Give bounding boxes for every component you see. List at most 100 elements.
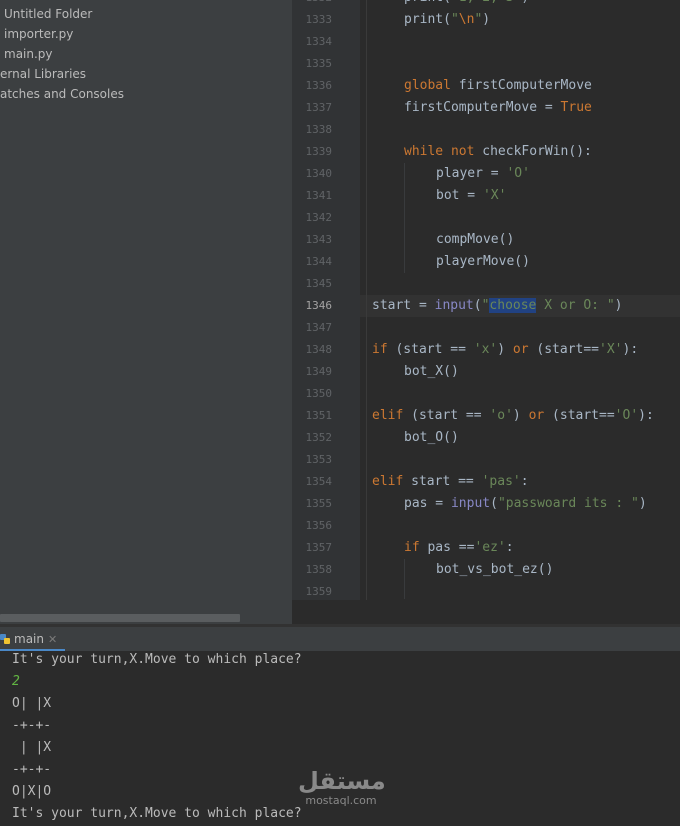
- code-line[interactable]: elif start == 'pas':: [372, 471, 529, 493]
- code-token: X or O: ": [536, 298, 615, 313]
- line-number: 1354: [305, 475, 333, 488]
- code-token: :: [505, 540, 514, 555]
- code-token: player =: [436, 166, 507, 181]
- code-token: ): [638, 496, 647, 511]
- line-number: 1341: [305, 189, 333, 202]
- code-token: :: [520, 474, 529, 489]
- line-number: 1340: [305, 167, 333, 180]
- code-token: 'o': [489, 408, 513, 423]
- code-token: bot_X(): [404, 364, 459, 379]
- code-line[interactable]: bot_O(): [404, 427, 459, 449]
- code-line[interactable]: print("\n"): [404, 9, 490, 31]
- code-token: 'pas': [481, 474, 521, 489]
- run-tool-window-tabs: main ✕: [0, 627, 680, 652]
- code-token: \n: [458, 12, 475, 27]
- line-number: 1345: [305, 277, 333, 290]
- console-output-line: | |X: [12, 740, 52, 755]
- console-output-line: It's your turn,X.Move to which place?: [12, 652, 302, 667]
- line-number: 1353: [305, 453, 333, 466]
- console-user-input: 2: [12, 674, 20, 689]
- line-number: 1336: [305, 79, 333, 92]
- project-tree-item[interactable]: importer.py: [0, 24, 73, 44]
- code-editor[interactable]: print("1, 2, 3")print("\n") global firstC…: [360, 0, 680, 602]
- code-token: 'O': [506, 166, 530, 181]
- code-token: ): [482, 12, 491, 27]
- line-number: 1338: [305, 123, 333, 136]
- code-line[interactable]: playerMove(): [436, 251, 530, 273]
- code-line[interactable]: bot_vs_bot_ez(): [436, 559, 553, 581]
- code-token: global: [404, 78, 459, 93]
- indent-guide: [404, 163, 405, 273]
- code-line[interactable]: elif (start == 'o') or (start=='O'):: [372, 405, 654, 427]
- code-line[interactable]: print("1, 2, 3"): [404, 0, 529, 9]
- code-token: 'X': [482, 188, 507, 203]
- code-line[interactable]: if pas =='ez':: [404, 537, 514, 559]
- line-number: 1344: [305, 255, 333, 268]
- code-token: ):: [622, 342, 639, 357]
- project-tree-item-label: main.py: [4, 47, 53, 61]
- indent-guide: [366, 0, 367, 602]
- watermark-logo: مستقل: [298, 767, 386, 795]
- line-number: 1357: [305, 541, 333, 554]
- run-tab-main[interactable]: main ✕: [0, 627, 66, 651]
- line-number: 1343: [305, 233, 333, 246]
- line-number: 1355: [305, 497, 333, 510]
- project-tree-item[interactable]: ernal Libraries: [0, 64, 86, 84]
- code-token: print(: [404, 0, 451, 5]
- watermark: مستقل mostaql.com: [298, 766, 386, 810]
- project-tree-item-label: atches and Consoles: [0, 87, 124, 101]
- line-number: 1339: [305, 145, 333, 158]
- code-token: (start==: [552, 408, 615, 423]
- editor-bottom-area: [292, 600, 680, 624]
- project-tree-item[interactable]: atches and Consoles: [0, 84, 124, 104]
- code-token: playerMove(): [436, 254, 530, 269]
- code-token: (start==: [536, 342, 600, 357]
- code-token: 'X': [599, 342, 623, 357]
- line-number: 1350: [305, 387, 333, 400]
- code-token: checkForWin():: [482, 144, 592, 159]
- code-token: bot_vs_bot_ez(): [436, 562, 554, 577]
- project-tree-panel: Untitled Folder importer.py main.py ernal L…: [0, 0, 292, 624]
- code-line[interactable]: pas = input("passwoard its : "): [404, 493, 647, 515]
- code-line[interactable]: bot = 'X': [436, 185, 506, 207]
- code-token: (: [490, 496, 498, 511]
- close-icon[interactable]: ✕: [48, 633, 57, 646]
- line-number: 1347: [305, 321, 333, 334]
- console-output-line: O| |X: [12, 696, 52, 711]
- watermark-text: mostaql.com: [305, 794, 377, 807]
- project-tree-item-label: ernal Libraries: [0, 67, 87, 81]
- project-tree-scrollbar[interactable]: [0, 614, 240, 622]
- line-number: 1332: [292, 0, 333, 9]
- code-token: if: [372, 342, 396, 357]
- code-token: 'x': [473, 342, 498, 357]
- code-line[interactable]: player = 'O': [436, 163, 530, 185]
- code-token: ): [521, 0, 529, 5]
- code-line[interactable]: while not checkForWin():: [404, 141, 592, 163]
- project-tree-item[interactable]: main.py: [0, 44, 53, 64]
- console-output-line: O|X|O: [12, 784, 52, 799]
- line-number: 1346: [305, 299, 333, 312]
- code-line[interactable]: start = input("choose X or O: "): [372, 295, 623, 317]
- code-token: (start ==: [395, 342, 474, 357]
- code-token: (: [473, 298, 482, 313]
- code-line[interactable]: if (start == 'x') or (start=='X'):: [372, 339, 638, 361]
- line-number: 1342: [305, 211, 333, 224]
- code-line[interactable]: global firstComputerMove: [404, 75, 592, 97]
- project-tree-item[interactable]: Untitled Folder: [0, 4, 92, 24]
- indent-guide: [404, 559, 405, 599]
- code-token: input: [434, 298, 474, 313]
- code-token: compMove(): [436, 232, 515, 247]
- line-number: 1337: [305, 101, 333, 114]
- code-line[interactable]: firstComputerMove = True: [404, 97, 592, 119]
- code-token: pas ==: [427, 540, 475, 555]
- code-token: 'ez': [474, 540, 506, 555]
- code-token: start =: [372, 298, 435, 313]
- line-number-gutter: 1332 1333 1334 1335 1336 1337 1338 1339 1340 1341…: [292, 0, 371, 602]
- code-line[interactable]: bot_X(): [404, 361, 459, 383]
- code-line[interactable]: compMove(): [436, 229, 514, 251]
- code-token: 'O': [614, 408, 639, 423]
- line-number: 1335: [305, 57, 333, 70]
- code-token: firstComputerMove: [458, 78, 592, 93]
- code-token: if: [404, 540, 428, 555]
- code-token: ):: [638, 408, 654, 423]
